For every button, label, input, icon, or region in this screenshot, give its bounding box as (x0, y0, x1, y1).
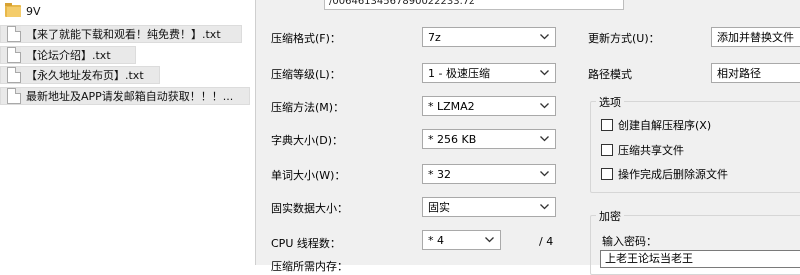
password-label: 输入密码： (602, 235, 657, 248)
solid-block-label: 固实数据大小： (271, 202, 348, 215)
update-mode-value: 添加并替换文件 (717, 31, 794, 44)
update-mode-label: 更新方式(U)： (588, 32, 660, 45)
word-size-select[interactable]: * 32 (422, 164, 556, 184)
file-list: 9V 【来了就能下载和观看！纯免费！】.txt 【论坛介绍】.txt 【永久地址… (0, 0, 250, 265)
compress-shared-label: 压缩共享文件 (618, 144, 684, 157)
add-to-archive-dialog: /00646134567890022233.7z 压缩格式(F)： 压缩等级(L… (255, 0, 800, 275)
archive-path-field[interactable]: /00646134567890022233.7z (324, 0, 624, 10)
chevron-down-icon (537, 98, 551, 114)
update-mode-select[interactable]: 添加并替换文件 (711, 27, 800, 47)
word-size-value: * 32 (428, 167, 451, 181)
checkbox-box (601, 168, 613, 180)
list-item-file[interactable]: 最新地址及APP请发邮箱自动获取！！！... (0, 87, 250, 105)
path-mode-select[interactable]: 相对路径 (711, 63, 800, 83)
format-label: 压缩格式(F)： (271, 32, 341, 45)
solid-block-select[interactable]: 固实 (422, 197, 556, 217)
chevron-down-icon (537, 166, 551, 182)
list-item-file[interactable]: 【论坛介绍】.txt (0, 46, 136, 64)
text-file-icon (7, 47, 21, 63)
checkbox-box (601, 119, 613, 131)
chevron-down-icon (537, 131, 551, 147)
level-select[interactable]: 1 - 极速压缩 (422, 63, 556, 83)
chevron-down-icon (537, 29, 551, 45)
cpu-threads-label: CPU 线程数： (271, 237, 341, 250)
chevron-down-icon (537, 65, 551, 81)
memory-label: 压缩所需内存： (271, 260, 348, 273)
method-label: 压缩方法(M)： (271, 101, 345, 114)
path-mode-value: 相对路径 (717, 67, 761, 80)
format-value: 7z (428, 30, 441, 44)
file-name: 【论坛介绍】.txt (26, 49, 111, 62)
list-item-file[interactable]: 【永久地址发布页】.txt (0, 66, 160, 84)
text-file-icon (7, 67, 21, 83)
chevron-down-icon (482, 232, 496, 248)
level-label: 压缩等级(L)： (271, 68, 341, 81)
folder-icon (5, 3, 21, 17)
text-file-icon (7, 26, 21, 42)
word-size-label: 单词大小(W)： (271, 169, 346, 182)
checkbox-box (601, 144, 613, 156)
cpu-threads-max: / 4 (539, 235, 554, 248)
encryption-group-title: 加密 (596, 208, 624, 224)
file-name: 最新地址及APP请发邮箱自动获取！！！... (26, 90, 234, 103)
dictionary-select[interactable]: * 256 KB (422, 129, 556, 149)
compress-shared-checkbox[interactable]: 压缩共享文件 (601, 142, 684, 158)
path-mode-label: 路径模式 (588, 68, 632, 81)
cpu-threads-value: * 4 (428, 233, 444, 247)
method-select[interactable]: * LZMA2 (422, 96, 556, 116)
chevron-down-icon (537, 199, 551, 215)
method-value: * LZMA2 (428, 99, 475, 113)
file-name: 9V (26, 4, 41, 18)
password-input[interactable]: 上老王论坛当老王 (600, 250, 800, 268)
options-group-title: 选项 (596, 94, 624, 110)
create-sfx-checkbox[interactable]: 创建自解压程序(X) (601, 117, 711, 133)
file-name: 【永久地址发布页】.txt (26, 69, 144, 82)
dictionary-label: 字典大小(D)： (271, 134, 344, 147)
file-name: 【来了就能下载和观看！纯免费！】.txt (26, 28, 221, 41)
solid-block-value: 固实 (428, 201, 450, 214)
list-item-folder[interactable]: 9V (0, 2, 250, 20)
format-select[interactable]: 7z (422, 27, 556, 47)
delete-after-checkbox[interactable]: 操作完成后删除源文件 (601, 166, 728, 182)
create-sfx-label: 创建自解压程序(X) (618, 119, 712, 132)
delete-after-label: 操作完成后删除源文件 (618, 168, 728, 181)
cpu-threads-select[interactable]: * 4 (422, 230, 501, 250)
list-item-file[interactable]: 【来了就能下载和观看！纯免费！】.txt (0, 25, 242, 43)
level-value: 1 - 极速压缩 (428, 67, 490, 80)
text-file-icon (7, 88, 21, 104)
dictionary-value: * 256 KB (428, 132, 477, 146)
